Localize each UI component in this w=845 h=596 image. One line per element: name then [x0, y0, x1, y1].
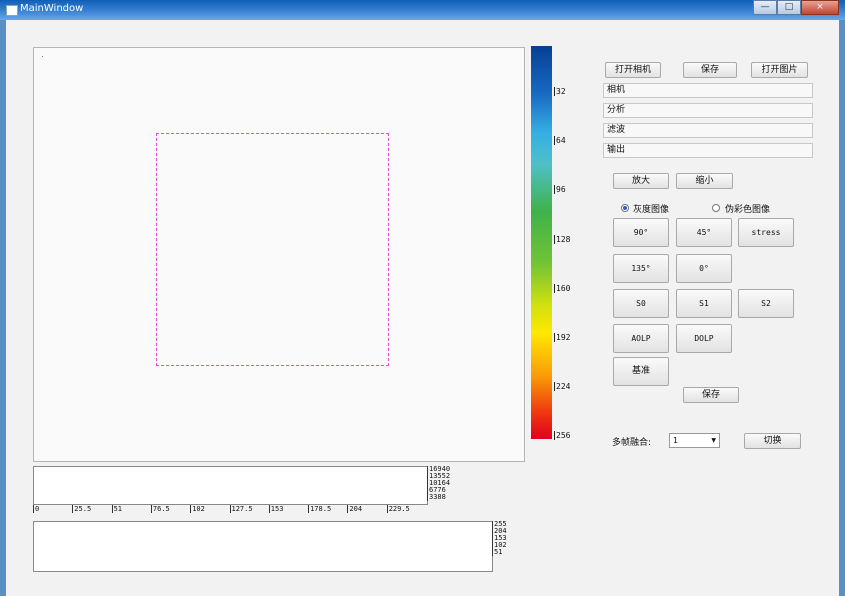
zoom-out-button[interactable]: 缩小 [676, 173, 733, 189]
x-tick: 25.5 [72, 505, 92, 513]
image-view[interactable] [33, 47, 525, 462]
color-bar-tick: 224 [554, 381, 576, 391]
x-tick: 51 [111, 505, 123, 513]
roi-rectangle[interactable] [156, 133, 389, 366]
y-tick: 3388 [427, 494, 450, 501]
maximize-button[interactable]: □ [777, 0, 801, 15]
histogram-bottom [33, 521, 493, 572]
gray-image-label: 灰度图像 [633, 205, 670, 215]
panel-output[interactable]: 输出 [603, 143, 813, 158]
title-bar: MainWindow — □ × [0, 0, 845, 20]
angle-45-button[interactable]: 45° [676, 218, 732, 247]
angle-0-button[interactable]: 0° [676, 254, 732, 283]
x-tick: 153 [268, 505, 284, 513]
angle-135-button[interactable]: 135° [613, 254, 669, 283]
x-tick: 0 [33, 505, 40, 513]
zoom-in-button[interactable]: 放大 [613, 173, 669, 189]
aolp-button[interactable]: AOLP [613, 324, 669, 353]
fusion-select[interactable]: 1 ▼ [669, 433, 720, 448]
histogram-top [33, 466, 428, 505]
switch-button[interactable]: 切换 [744, 433, 801, 449]
color-bar-tick: 96 [554, 185, 576, 195]
color-bar-tick: 256 [554, 431, 576, 440]
color-bar [531, 46, 552, 439]
x-tick: 102 [190, 505, 205, 513]
fusion-label: 多帧融合: [612, 438, 652, 448]
x-tick: 178.5 [308, 505, 332, 513]
gray-image-radio[interactable] [621, 204, 629, 212]
color-bar-tick: 128 [554, 234, 576, 244]
s1-button[interactable]: S1 [676, 289, 732, 318]
fusion-select-value: 1 [673, 436, 679, 445]
histogram-top-y-ticks: 16940 13552 10164 6776 3388 [427, 466, 450, 501]
baseline-button[interactable]: 基准 [613, 357, 669, 386]
x-tick: 76.5 [150, 505, 170, 513]
pseudo-color-label: 伪彩色图像 [725, 205, 771, 215]
stress-button[interactable]: stress [738, 218, 794, 247]
window-title: MainWindow [20, 3, 84, 14]
color-bar-tick: 64 [554, 136, 576, 146]
color-bar-tick: 32 [554, 87, 576, 97]
save-button[interactable]: 保存 [683, 62, 737, 78]
main-window-client: 32 64 96 128 160 192 224 256 16940 13552 10164 … [6, 20, 839, 596]
color-bar-tick: 192 [554, 332, 576, 342]
panel-analysis[interactable]: 分析 [603, 103, 813, 118]
histogram-bottom-y-ticks: 255 204 153 102 51 [492, 521, 507, 556]
s0-button[interactable]: S0 [613, 289, 669, 318]
angle-90-button[interactable]: 90° [613, 218, 669, 247]
open-camera-button[interactable]: 打开相机 [605, 62, 661, 78]
app-icon [6, 5, 18, 16]
chevron-down-icon: ▼ [711, 437, 716, 444]
y-tick: 51 [492, 549, 507, 556]
open-image-button[interactable]: 打开图片 [751, 62, 808, 78]
view-marker [42, 56, 43, 57]
panel-camera[interactable]: 相机 [603, 83, 813, 98]
s2-button[interactable]: S2 [738, 289, 794, 318]
panel-filter[interactable]: 滤波 [603, 123, 813, 138]
pseudo-color-radio[interactable] [712, 204, 720, 212]
window-controls: — □ × [753, 0, 839, 15]
color-bar-tick: 160 [554, 283, 576, 293]
save-result-button[interactable]: 保存 [683, 387, 739, 403]
minimize-button[interactable]: — [753, 0, 777, 15]
dolp-button[interactable]: DOLP [676, 324, 732, 353]
x-tick: 229.5 [386, 505, 410, 513]
close-button[interactable]: × [801, 0, 839, 15]
x-tick: 127.5 [229, 505, 253, 513]
x-tick: 204 [347, 505, 363, 513]
